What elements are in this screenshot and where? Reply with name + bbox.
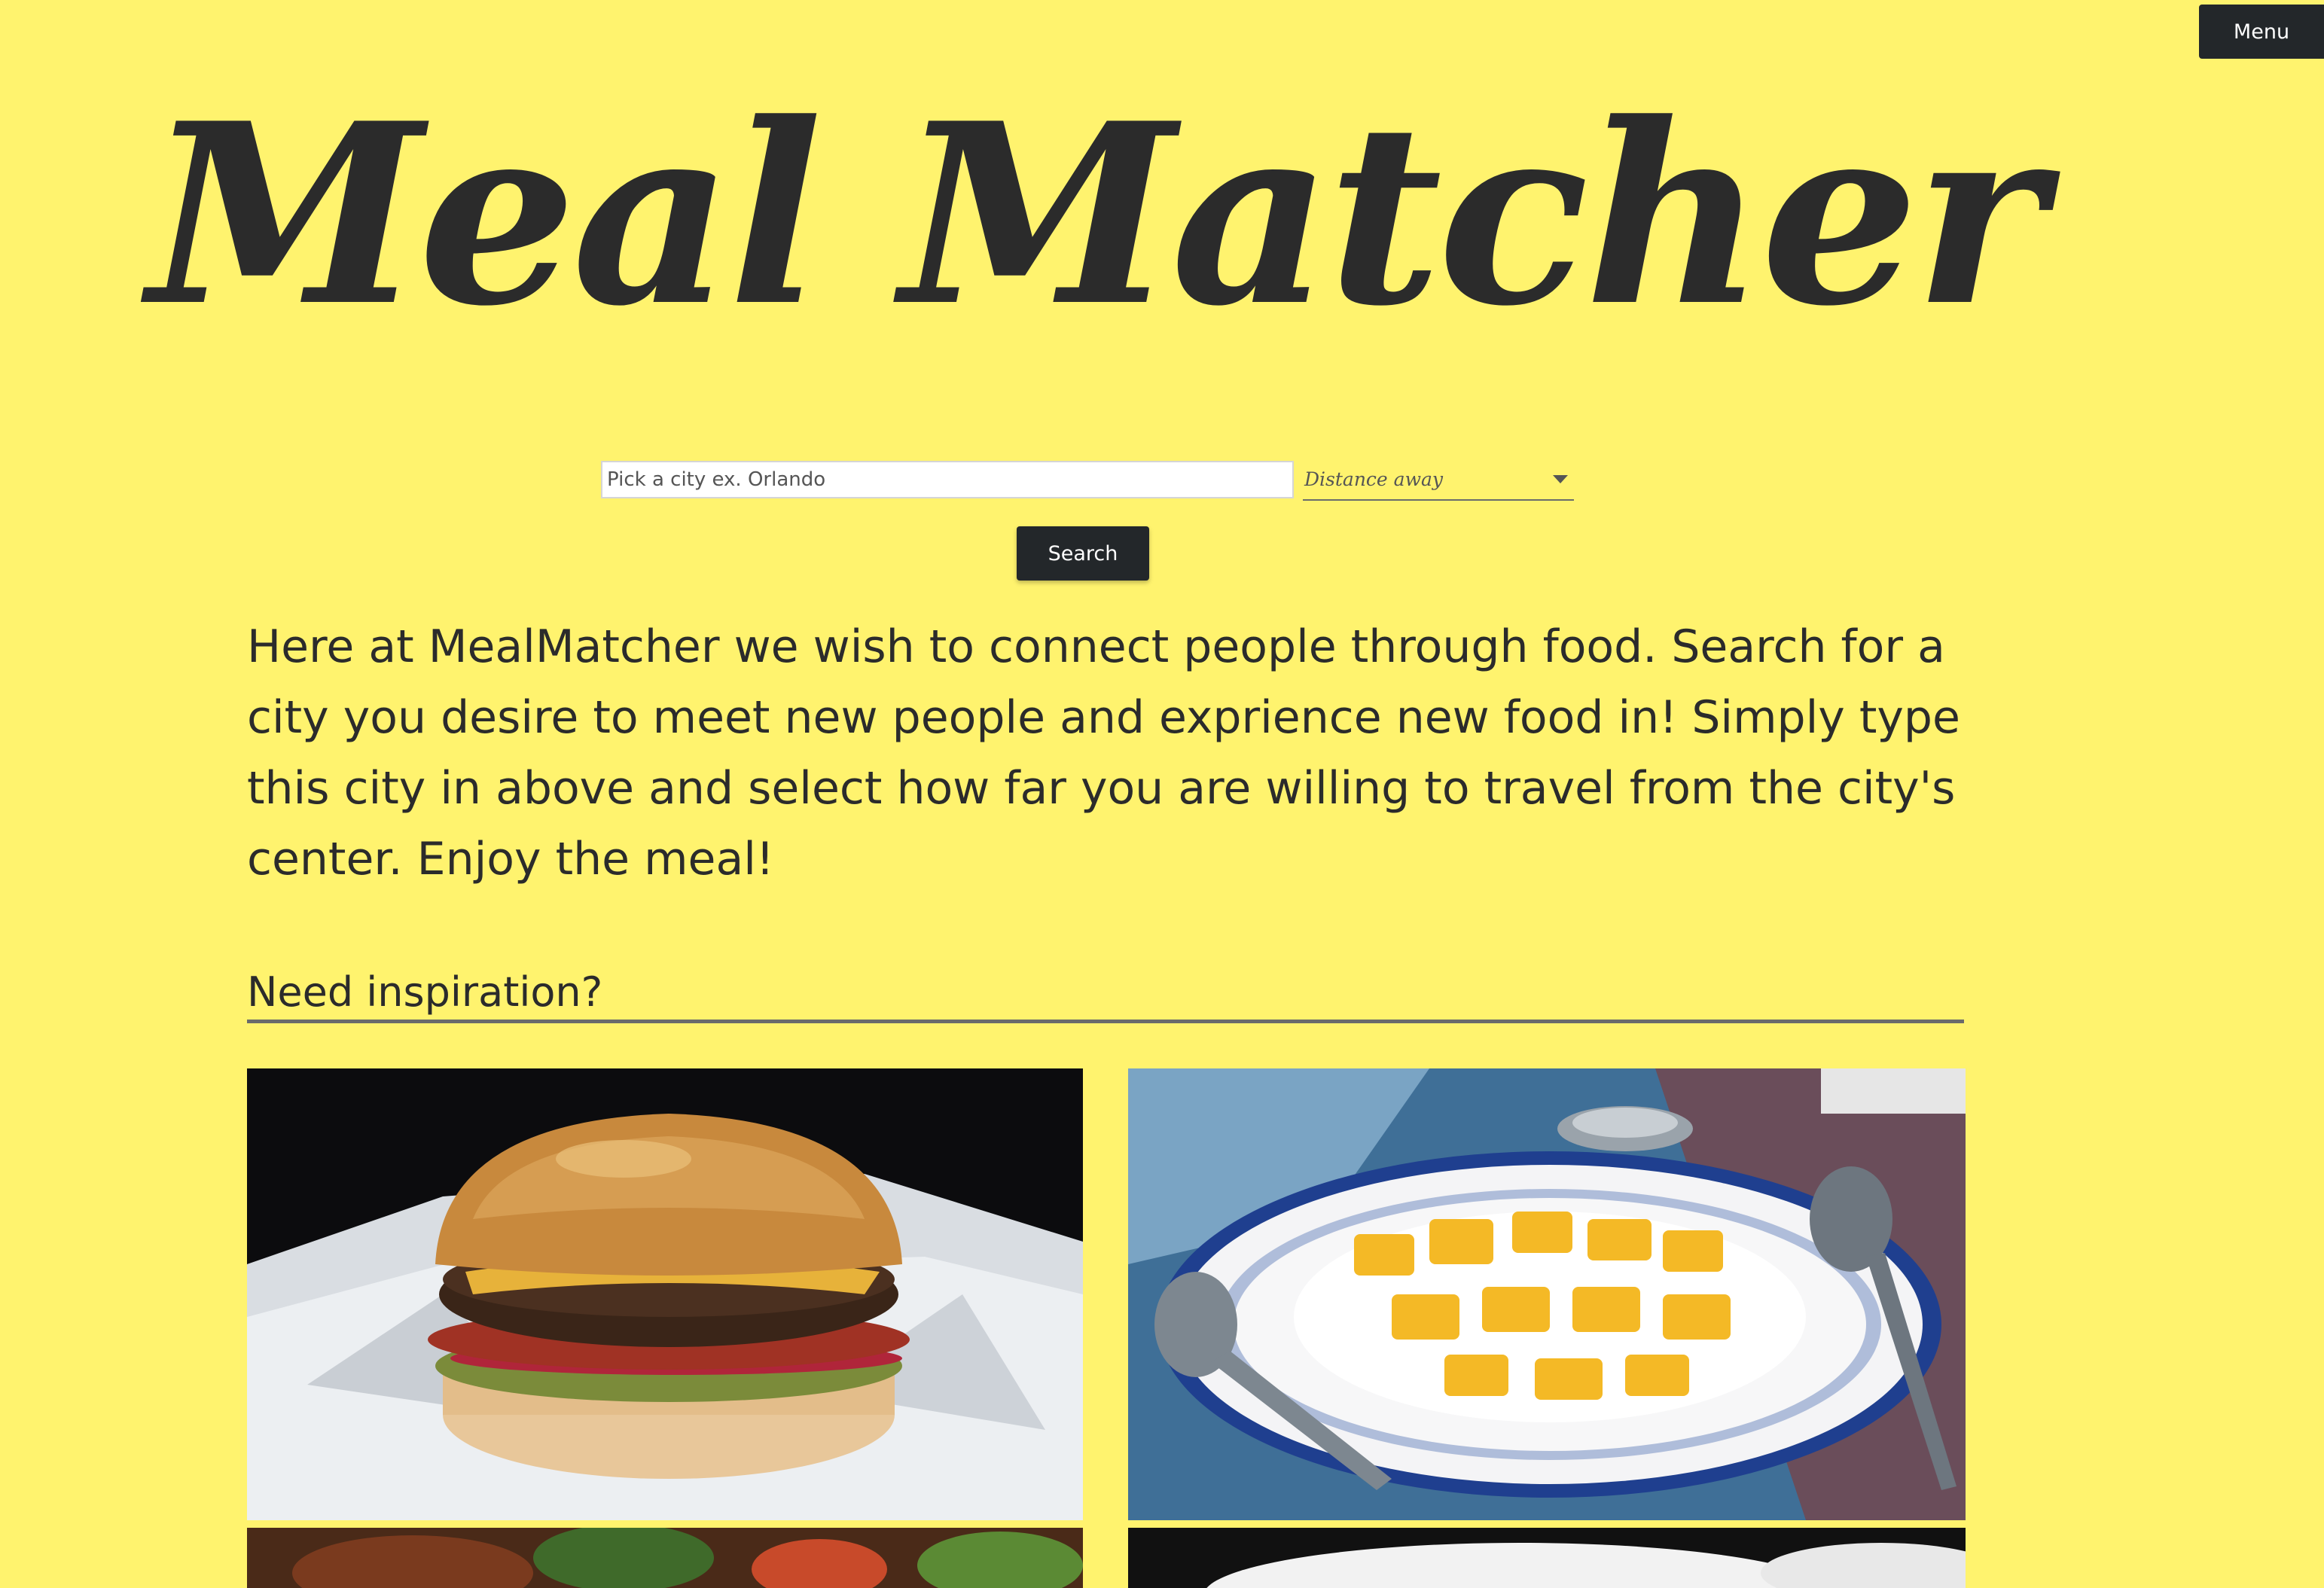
distance-dropdown[interactable]: Distance away	[1303, 459, 1574, 501]
inspiration-heading: Need inspiration?	[247, 965, 1964, 1023]
burger-photo[interactable]	[247, 1068, 1083, 1520]
menu-button[interactable]: Menu	[2199, 5, 2324, 59]
dish-photo[interactable]	[1128, 1528, 1966, 1588]
site-title: Meal Matcher	[148, 69, 2045, 361]
mango-rice-photo[interactable]	[1128, 1068, 1966, 1520]
vegetables-image	[247, 1528, 1083, 1588]
intro-paragraph: Here at MealMatcher we wish to connect p…	[247, 620, 1960, 885]
chevron-down-icon	[1553, 475, 1568, 483]
city-search-input[interactable]	[601, 461, 1294, 498]
mango-rice-image	[1128, 1068, 1966, 1520]
vegetables-photo[interactable]	[247, 1528, 1083, 1588]
burger-image	[247, 1068, 1083, 1520]
distance-dropdown-label: Distance away	[1304, 468, 1443, 490]
dish-image	[1128, 1528, 1966, 1588]
search-button[interactable]: Search	[1017, 526, 1149, 581]
search-bar: Distance away	[601, 459, 1574, 501]
